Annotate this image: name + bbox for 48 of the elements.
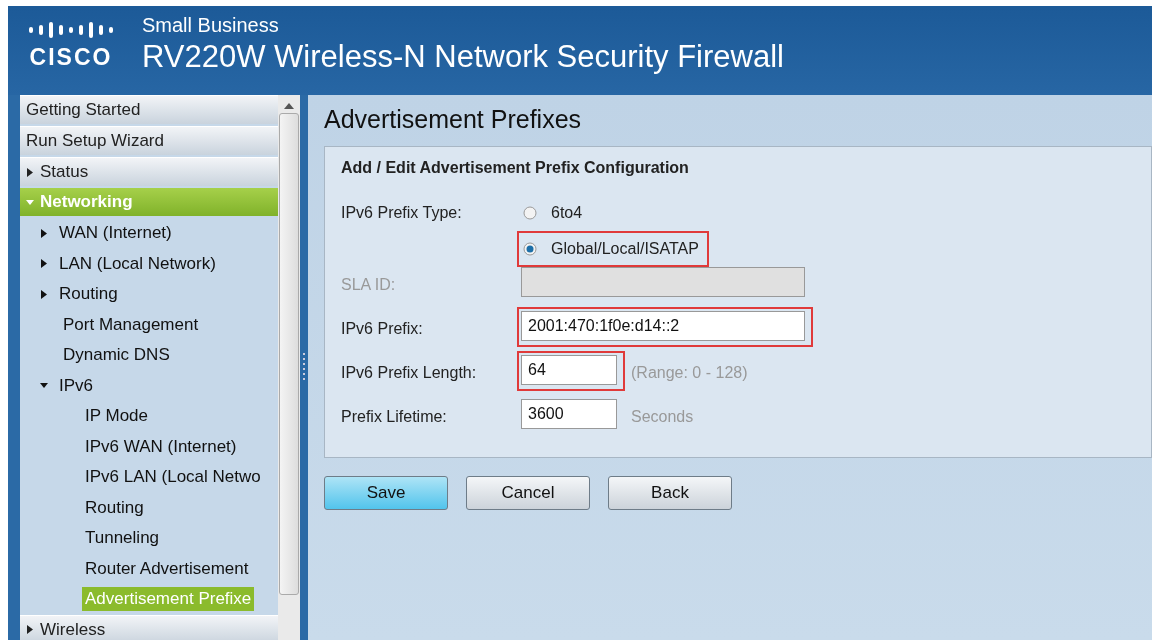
radio-label: 6to4 bbox=[551, 204, 583, 222]
splitter-handle-icon[interactable] bbox=[303, 352, 305, 383]
nav-item[interactable]: IPv6 bbox=[56, 373, 97, 398]
panel-heading: Add / Edit Advertisement Prefix Configuration bbox=[341, 159, 690, 177]
scroll-up-icon[interactable] bbox=[284, 103, 294, 109]
nav-item[interactable]: Dynamic DNS bbox=[60, 343, 173, 368]
nav-item[interactable]: Getting Started bbox=[20, 95, 278, 124]
field-hint: Seconds bbox=[630, 407, 694, 426]
field-label: IPv6 Prefix Length: bbox=[341, 363, 478, 382]
nav-item[interactable]: IPv6 WAN (Internet) bbox=[82, 434, 240, 459]
nav-item[interactable]: LAN (Local Network) bbox=[56, 251, 219, 276]
radio-label: Global/Local/ISATAP bbox=[551, 240, 699, 258]
form-button[interactable]: Cancel bbox=[466, 476, 590, 510]
header-subtitle: Small Business bbox=[142, 14, 280, 37]
triangle-icon[interactable] bbox=[26, 167, 34, 177]
nav-item[interactable]: IPv6 LAN (Local Netwo bbox=[82, 465, 264, 490]
form-button[interactable]: Back bbox=[608, 476, 732, 510]
nav-item[interactable]: WAN (Internet) bbox=[56, 221, 175, 246]
nav-item[interactable]: Wireless bbox=[20, 614, 278, 640]
field-label: IPv6 Prefix Type: bbox=[341, 203, 463, 222]
triangle-icon[interactable] bbox=[40, 289, 48, 299]
nav-item[interactable]: IP Mode bbox=[82, 404, 151, 429]
nav-item[interactable]: Port Management bbox=[60, 312, 202, 337]
nav-item[interactable]: Run Setup Wizard bbox=[20, 126, 278, 155]
triangle-icon[interactable] bbox=[40, 259, 48, 269]
field-label: SLA ID: bbox=[341, 275, 397, 294]
scrollbar[interactable] bbox=[278, 95, 300, 640]
nav-item[interactable]: Routing bbox=[82, 495, 147, 520]
triangle-icon[interactable] bbox=[26, 625, 34, 634]
page-title: Advertisement Prefixes bbox=[324, 105, 583, 134]
radio-button[interactable] bbox=[523, 206, 537, 220]
field-label: IPv6 Prefix: bbox=[341, 319, 424, 338]
input-field[interactable]: 64 bbox=[521, 355, 617, 385]
radio-button[interactable] bbox=[523, 242, 537, 256]
nav-item[interactable]: Routing bbox=[56, 282, 121, 307]
field-hint: (Range: 0 - 128) bbox=[630, 363, 748, 382]
nav-item[interactable]: Status bbox=[20, 157, 278, 186]
triangle-icon[interactable] bbox=[40, 228, 48, 238]
radio-option[interactable]: Global/Local/ISATAP bbox=[517, 231, 709, 267]
nav-item[interactable]: Tunneling bbox=[82, 526, 163, 551]
nav-item[interactable]: Router Advertisement bbox=[82, 556, 252, 581]
input-field[interactable]: 2001:470:1f0e:d14::2 bbox=[521, 311, 805, 341]
radio-option[interactable]: 6to4 bbox=[517, 195, 709, 231]
logo-text: CISCO bbox=[29, 44, 113, 71]
header-title: RV220W Wireless-N Network Security Firewall bbox=[142, 39, 784, 75]
input-field[interactable]: 3600 bbox=[521, 399, 617, 429]
form-button[interactable]: Save bbox=[324, 476, 448, 510]
field-label: Prefix Lifetime: bbox=[341, 407, 448, 426]
